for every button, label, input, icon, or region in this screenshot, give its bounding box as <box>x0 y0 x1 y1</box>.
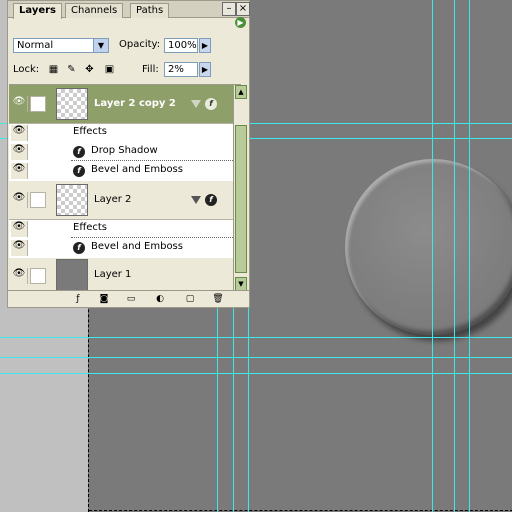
palette-tabbar: Layers Channels Paths – × <box>8 1 250 19</box>
layers-list: 👁 ✎ Layer 2 copy 2 f 👁 Effects 👁 f Drop … <box>9 84 241 293</box>
minimize-icon[interactable]: – <box>222 2 236 16</box>
layer-name: Layer 1 <box>94 269 132 280</box>
eye-icon[interactable]: 👁 <box>11 163 28 179</box>
layer-name: Layer 2 copy 2 <box>94 98 176 109</box>
effect-drop-shadow: Drop Shadow <box>91 145 158 156</box>
palette-menu-icon[interactable]: ▶ <box>235 17 246 28</box>
fx-icon: f <box>73 242 85 254</box>
layers-scrollbar[interactable]: ▲ ▼ <box>233 85 248 291</box>
new-layer-icon[interactable]: ▢ <box>184 293 196 305</box>
guide-horizontal <box>0 373 512 374</box>
chevron-down-icon: ▼ <box>93 39 108 52</box>
fill-field[interactable]: 2% <box>164 62 198 77</box>
blend-mode-value: Normal <box>17 40 54 51</box>
link-slot[interactable] <box>30 268 46 284</box>
fx-icon: f <box>205 98 217 110</box>
expand-effects-icon[interactable] <box>191 196 201 204</box>
opacity-label: Opacity: <box>119 39 161 50</box>
fx-icon: f <box>73 165 85 177</box>
scroll-down-icon[interactable]: ▼ <box>235 277 247 291</box>
layer-thumbnail <box>56 184 88 216</box>
effect-row[interactable]: 👁 f Bevel and Emboss <box>9 239 241 257</box>
mask-icon[interactable]: ◙ <box>98 293 110 305</box>
circle-button-graphic <box>345 159 512 335</box>
fx-icon: f <box>205 194 217 206</box>
guide-horizontal <box>0 337 512 338</box>
effects-label: Effects <box>73 222 107 233</box>
lock-brush-icon[interactable]: ✎ <box>66 64 77 75</box>
fx-icon: f <box>73 146 85 158</box>
effect-bevel-emboss: Bevel and Emboss <box>91 164 183 175</box>
guide-horizontal <box>0 357 512 358</box>
scroll-thumb[interactable] <box>235 125 247 273</box>
fill-label: Fill: <box>142 64 159 75</box>
effect-row[interactable]: 👁 f Bevel and Emboss <box>9 162 241 180</box>
eye-icon[interactable]: 👁 <box>11 192 28 208</box>
close-icon[interactable]: × <box>236 2 250 16</box>
eye-icon[interactable]: 👁 <box>11 221 28 237</box>
effect-row[interactable]: 👁 f Drop Shadow <box>9 143 241 161</box>
effects-row[interactable]: 👁 Effects <box>9 124 241 142</box>
trash-icon[interactable]: 🗑 <box>212 293 224 305</box>
eye-icon[interactable]: 👁 <box>11 144 28 160</box>
eye-icon[interactable]: 👁 <box>11 96 28 112</box>
palette-footer: ƒ ◙ ▭ ◐ ▢ 🗑 <box>8 290 249 307</box>
opacity-field[interactable]: 100% <box>164 38 198 53</box>
layer-name: Layer 2 <box>94 194 132 205</box>
effects-row[interactable]: 👁 Effects <box>9 220 241 238</box>
layer-row[interactable]: 👁 Layer 1 <box>9 258 241 293</box>
effect-bevel-emboss: Bevel and Emboss <box>91 241 183 252</box>
fill-arrow-icon[interactable]: ▶ <box>199 62 211 77</box>
tab-paths[interactable]: Paths <box>130 3 170 18</box>
divider <box>71 160 233 161</box>
layer-thumbnail <box>56 88 88 120</box>
divider <box>71 237 233 238</box>
blend-mode-select[interactable]: Normal ▼ <box>13 38 109 53</box>
layer-row[interactable]: 👁 Layer 2 f <box>9 181 241 220</box>
guide-vertical <box>454 0 455 512</box>
guide-vertical <box>432 0 433 512</box>
lock-transparency-icon[interactable]: ▦ <box>48 64 59 75</box>
opacity-arrow-icon[interactable]: ▶ <box>199 38 211 53</box>
folder-icon[interactable]: ▭ <box>125 293 137 305</box>
link-slot[interactable] <box>30 192 46 208</box>
layer-row[interactable]: 👁 ✎ Layer 2 copy 2 f <box>9 85 241 124</box>
lock-label: Lock: <box>13 64 40 75</box>
add-style-icon[interactable]: ƒ <box>72 293 84 305</box>
eye-icon[interactable]: 👁 <box>11 268 28 284</box>
tab-channels[interactable]: Channels <box>65 3 124 18</box>
scroll-up-icon[interactable]: ▲ <box>235 85 247 99</box>
layers-palette: Layers Channels Paths – × ▶ Normal ▼ Opa… <box>7 0 250 308</box>
adjustment-icon[interactable]: ◐ <box>154 293 166 305</box>
tab-layers[interactable]: Layers <box>13 3 62 19</box>
guide-vertical <box>469 0 470 512</box>
lock-move-icon[interactable]: ✥ <box>84 64 95 75</box>
lock-icon[interactable]: ▣ <box>104 64 115 75</box>
brush-icon: ✎ <box>30 96 46 112</box>
eye-icon[interactable]: 👁 <box>11 240 28 256</box>
layer-thumbnail <box>56 259 88 291</box>
effects-label: Effects <box>73 126 107 137</box>
expand-effects-icon[interactable] <box>191 100 201 108</box>
eye-icon[interactable]: 👁 <box>11 125 28 141</box>
